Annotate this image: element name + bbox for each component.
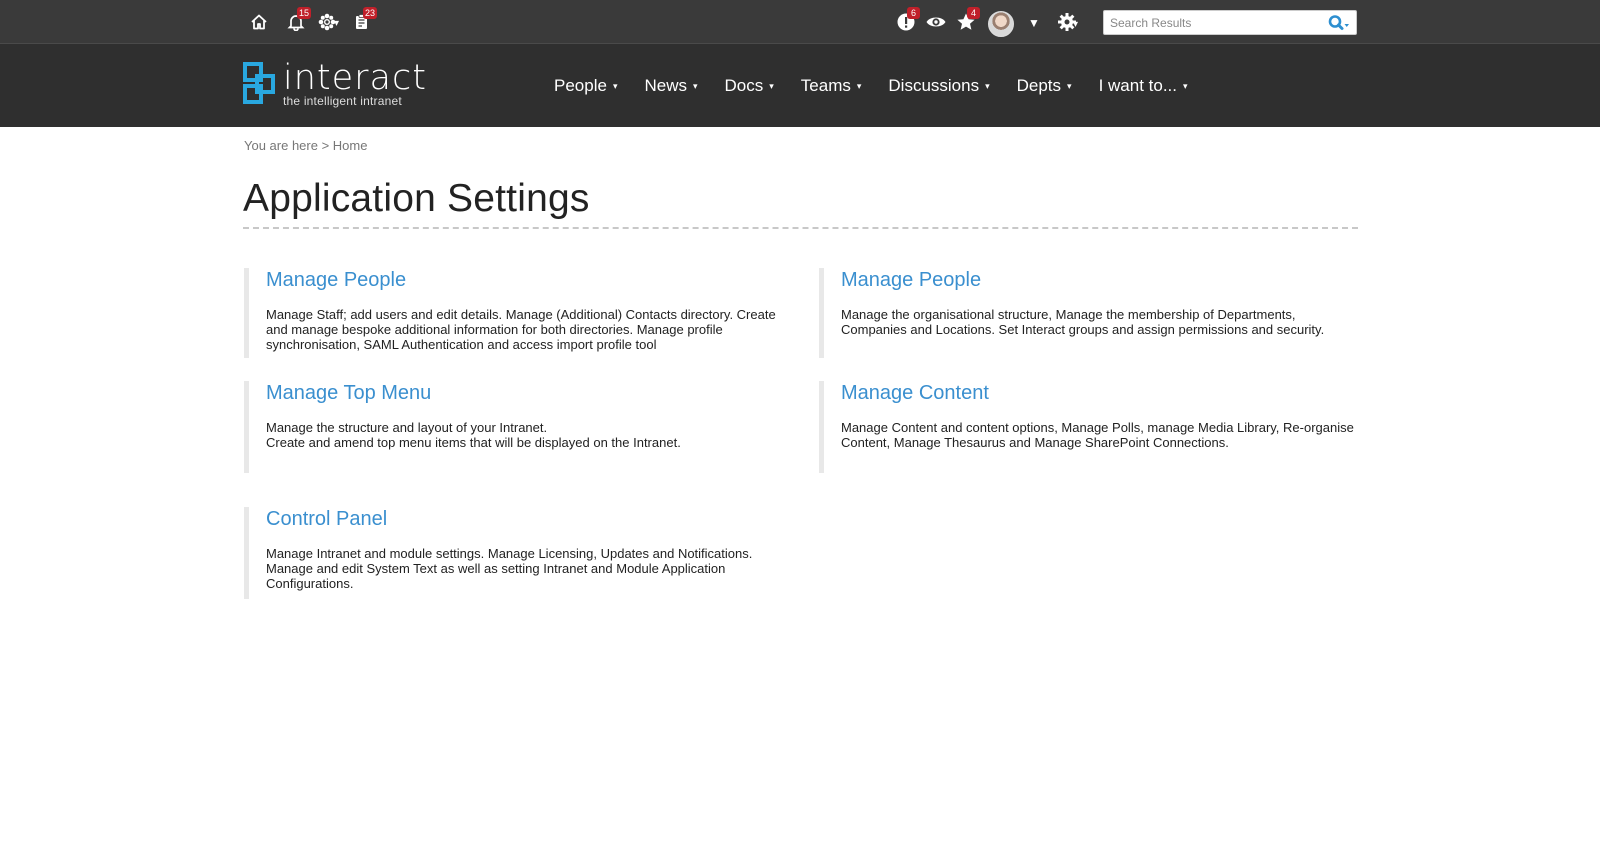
nav-item-people[interactable]: People ▾ bbox=[554, 73, 617, 99]
tasks-icon[interactable]: 23 bbox=[349, 7, 378, 35]
nav-item-depts[interactable]: Depts ▾ bbox=[1017, 73, 1072, 99]
utility-bar: 15 ▾ 23 6 4 ▼ ▾ bbox=[0, 0, 1600, 44]
settings-card: Manage People Manage the organisational … bbox=[819, 268, 1359, 358]
notification-count-badge: 15 bbox=[297, 7, 312, 19]
top-menu: People ▾ News ▾ Docs ▾ Teams ▾ Discussions ▾ … bbox=[554, 73, 1215, 99]
main-header: interact the intelligent intranet People… bbox=[0, 44, 1600, 127]
card-link-manage-people-structure[interactable]: Manage People bbox=[841, 268, 1359, 292]
nav-item-news[interactable]: News ▾ bbox=[644, 73, 697, 99]
settings-card: Manage Content Manage Content and conten… bbox=[819, 381, 1359, 473]
nav-item-teams[interactable]: Teams ▾ bbox=[801, 73, 862, 99]
search-input[interactable] bbox=[1104, 11, 1324, 34]
nav-label: Teams bbox=[800, 76, 851, 95]
nav-item-docs[interactable]: Docs ▾ bbox=[725, 73, 774, 99]
search-box bbox=[1103, 10, 1357, 35]
chevron-down-icon: ▾ bbox=[612, 80, 618, 91]
card-description: Manage Content and content options, Mana… bbox=[841, 420, 1354, 450]
nav-item-i-want-to[interactable]: I want to... ▾ bbox=[1099, 73, 1188, 99]
settings-menu-caret[interactable]: ▾ bbox=[1073, 19, 1078, 30]
search-icon bbox=[1328, 15, 1349, 30]
card-description: Manage Staff; add users and edit details… bbox=[266, 307, 776, 352]
user-menu-caret[interactable]: ▼ bbox=[1028, 16, 1040, 30]
alert-count-badge: 6 bbox=[907, 7, 920, 19]
star-icon[interactable]: 4 bbox=[953, 7, 980, 35]
chevron-down-icon: ▾ bbox=[856, 80, 862, 91]
interact-logo[interactable]: interact the intelligent intranet bbox=[243, 58, 427, 108]
chevron-down-icon: ▾ bbox=[985, 80, 990, 91]
nav-item-discussions[interactable]: Discussions ▾ bbox=[888, 73, 989, 99]
breadcrumb: You are here > Home bbox=[244, 138, 368, 153]
card-description: Manage Intranet and module settings. Man… bbox=[266, 546, 753, 591]
title-divider bbox=[243, 227, 1358, 229]
user-avatar[interactable] bbox=[988, 11, 1014, 37]
card-link-manage-people[interactable]: Manage People bbox=[266, 268, 799, 292]
bell-icon[interactable]: 15 bbox=[283, 7, 312, 35]
chevron-down-icon: ▾ bbox=[692, 80, 698, 91]
nav-label: Docs bbox=[724, 76, 764, 95]
logo-tagline: the intelligent intranet bbox=[283, 94, 402, 108]
chevron-down-icon: ▾ bbox=[769, 80, 774, 91]
card-link-manage-content[interactable]: Manage Content bbox=[841, 381, 1359, 405]
tasks-count-badge: 23 bbox=[363, 7, 378, 19]
nav-label: People bbox=[554, 76, 607, 95]
search-button[interactable] bbox=[1326, 13, 1352, 33]
settings-card: Manage People Manage Staff; add users an… bbox=[244, 268, 799, 358]
card-link-manage-top-menu[interactable]: Manage Top Menu bbox=[266, 381, 799, 405]
card-link-control-panel[interactable]: Control Panel bbox=[266, 507, 799, 531]
settings-card: Manage Top Menu Manage the structure and… bbox=[244, 381, 799, 473]
home-icon[interactable] bbox=[246, 9, 272, 35]
favourites-count-badge: 4 bbox=[967, 7, 980, 19]
chevron-down-icon: ▾ bbox=[1067, 80, 1072, 91]
interact-logo-mark-icon bbox=[243, 62, 275, 104]
alert-icon[interactable]: 6 bbox=[893, 7, 920, 35]
nav-label: News bbox=[644, 76, 687, 95]
flower-menu-caret[interactable]: ▾ bbox=[334, 18, 339, 29]
logo-wordmark: interact bbox=[283, 58, 427, 98]
page-title: Application Settings bbox=[243, 177, 590, 220]
card-description: Manage the structure and layout of your … bbox=[266, 420, 681, 450]
nav-label: I want to... bbox=[1098, 76, 1178, 95]
settings-card: Control Panel Manage Intranet and module… bbox=[244, 507, 799, 599]
nav-label: Depts bbox=[1016, 76, 1062, 95]
eye-icon[interactable] bbox=[923, 9, 949, 35]
nav-label: Discussions bbox=[888, 76, 980, 95]
chevron-down-icon: ▾ bbox=[1183, 80, 1188, 91]
card-description: Manage the organisational structure, Man… bbox=[841, 307, 1325, 337]
